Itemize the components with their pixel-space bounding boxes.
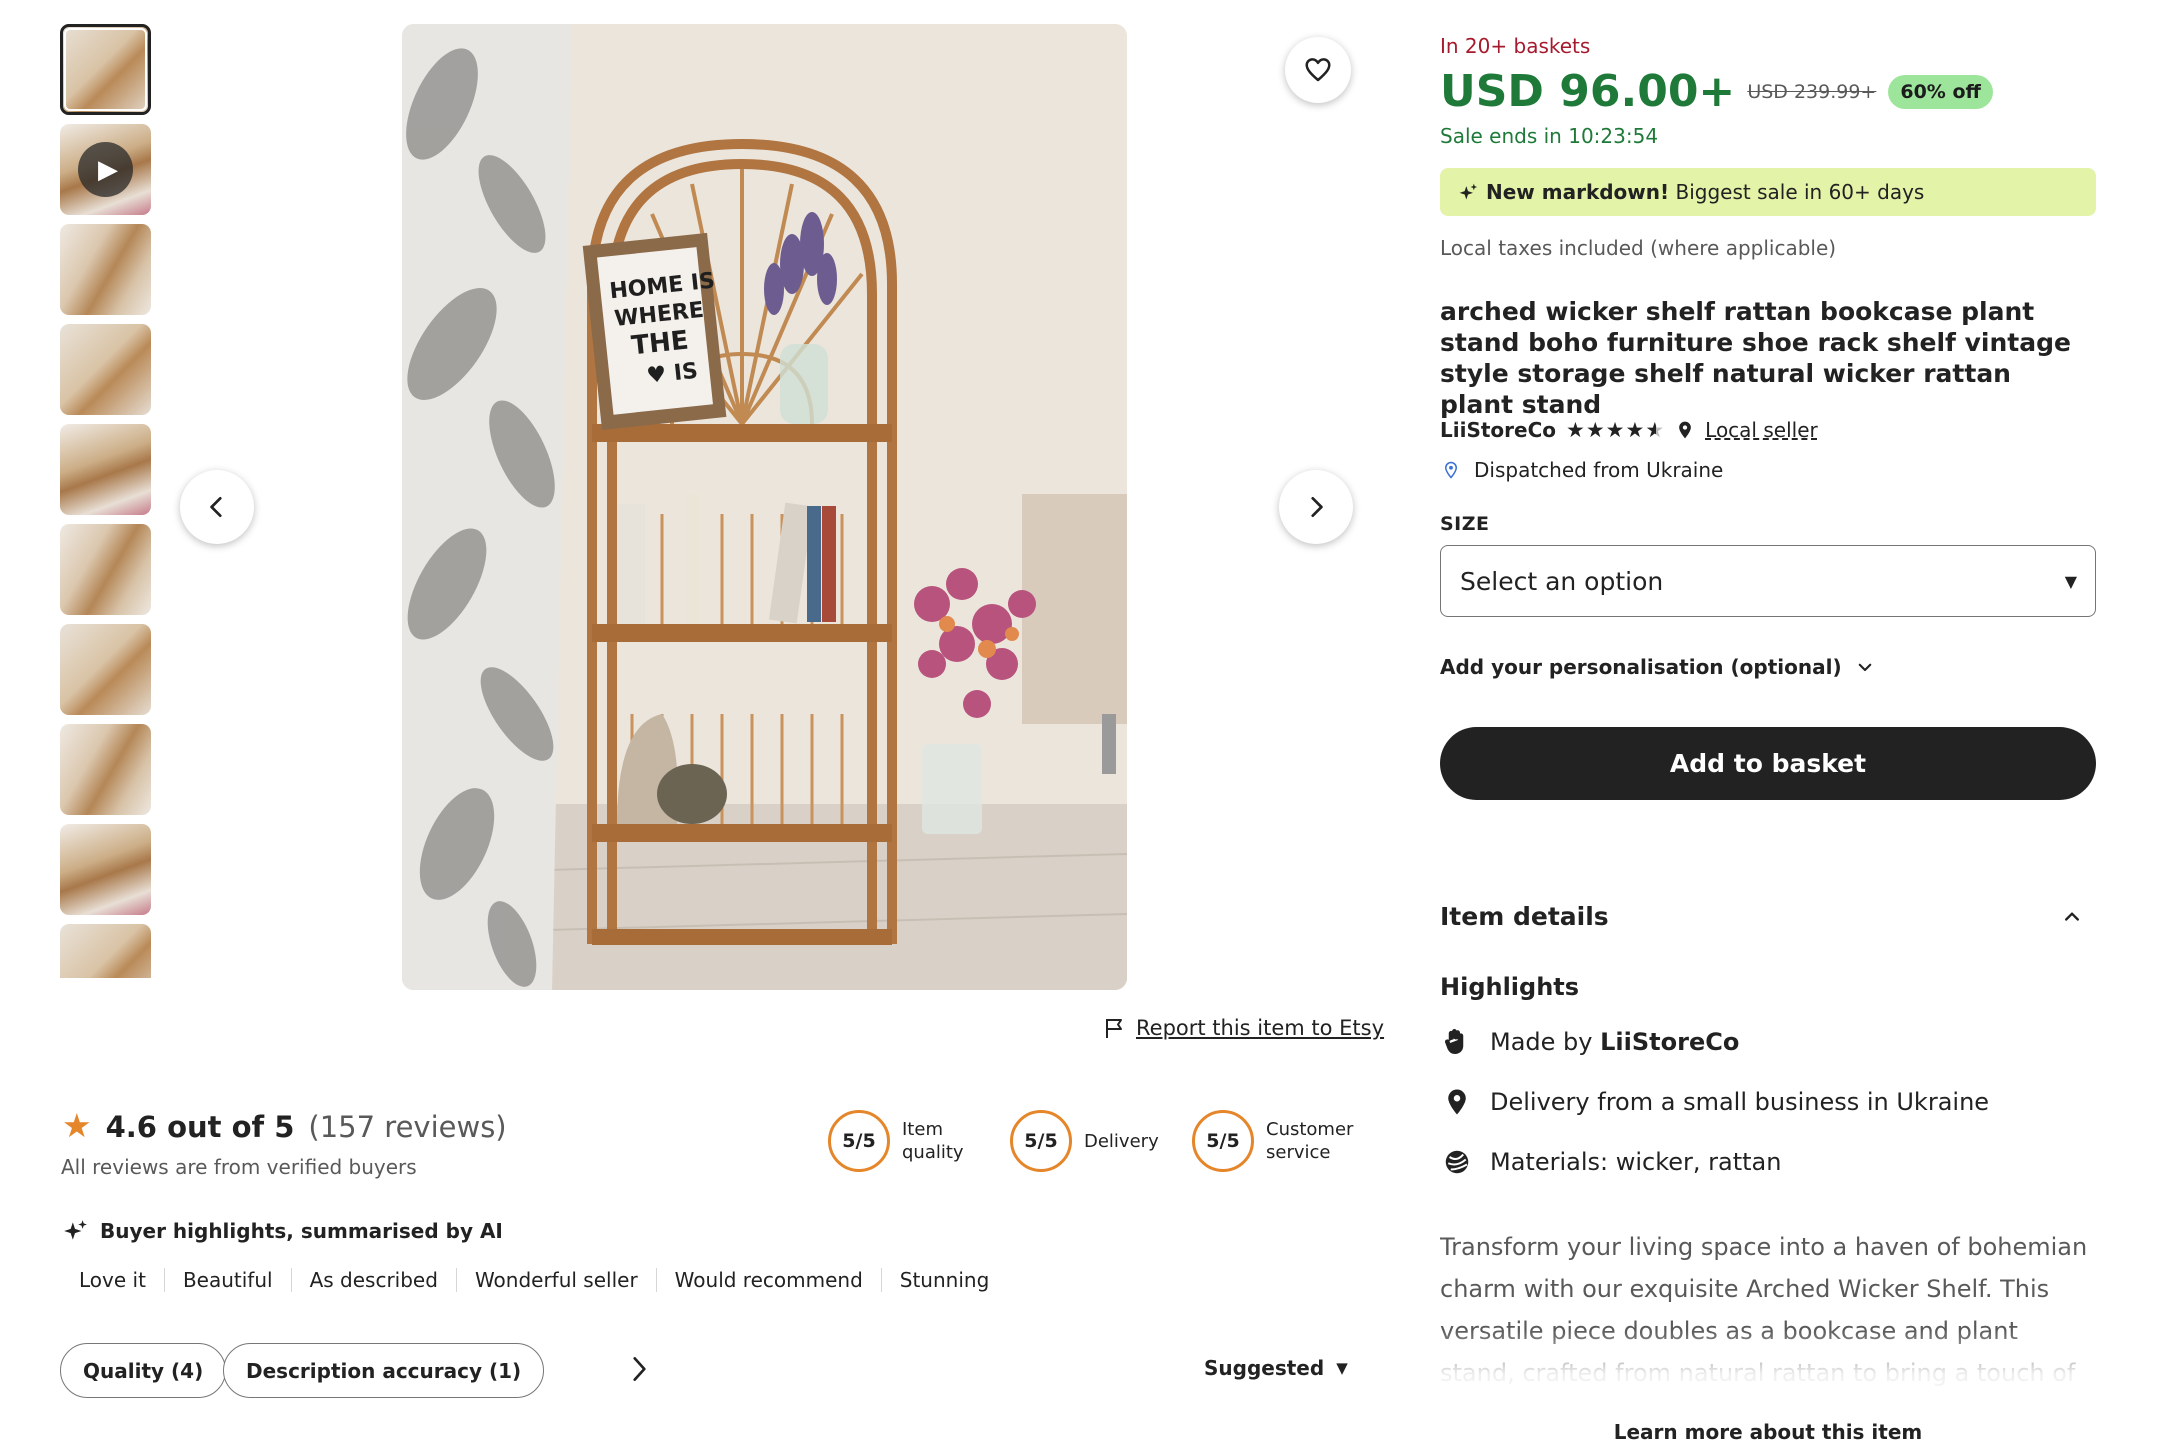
next-image-button[interactable] (1279, 470, 1353, 544)
metric-customer-service: 5/5 Customer service (1192, 1110, 1353, 1172)
metric-label: Delivery (1084, 1130, 1159, 1152)
verified-buyers-note: All reviews are from verified buyers (61, 1155, 417, 1179)
metric-score-ring: 5/5 (1010, 1110, 1072, 1172)
svg-text:THE: THE (630, 326, 690, 362)
thumbnail-10[interactable] (60, 924, 151, 978)
thumbnail-6[interactable] (60, 524, 151, 615)
chevron-right-icon (1311, 496, 1323, 518)
highlight-tag[interactable]: As described (290, 1268, 456, 1292)
metric-score-ring: 5/5 (1192, 1110, 1254, 1172)
sparkle-icon (64, 1220, 87, 1240)
size-label: SIZE (1440, 513, 1490, 535)
sort-dropdown[interactable]: Suggested ▼ (1204, 1356, 1348, 1380)
listing-title: arched wicker shelf rattan bookcase plan… (1440, 297, 2071, 419)
thumbnail-video[interactable]: ▶ (60, 124, 151, 215)
rating-summary: ★ 4.6 out of 5 (157 reviews) (62, 1106, 507, 1145)
item-details-toggle[interactable]: Item details (1440, 902, 2096, 931)
highlights-title: Highlights (1440, 973, 1580, 1001)
metric-label: Item quality (902, 1119, 964, 1163)
highlight-tag[interactable]: Stunning (880, 1268, 1008, 1292)
tax-note: Local taxes included (where applicable) (1440, 236, 1837, 260)
previous-image-button[interactable] (180, 470, 254, 544)
metric-delivery: 5/5 Delivery (1010, 1110, 1159, 1172)
add-to-basket-button[interactable]: Add to basket (1440, 727, 2096, 800)
markdown-banner: New markdown! Biggest sale in 60+ days (1440, 168, 2096, 216)
discount-badge: 60% off (1888, 74, 1993, 109)
thumbnail-strip: ▶ (60, 24, 151, 978)
thumbnail-4[interactable] (60, 324, 151, 415)
seller-rating-stars: ★★★★★ (1566, 418, 1666, 442)
thumbnail-5[interactable] (60, 424, 151, 515)
location-pin-icon (1448, 1089, 1466, 1115)
filters-next-button[interactable] (626, 1352, 652, 1390)
svg-text:♥ IS: ♥ IS (645, 359, 699, 389)
metric-item-quality: 5/5 Item quality (828, 1110, 964, 1172)
basket-count: In 20+ baskets (1440, 34, 1591, 58)
hand-icon (1445, 1029, 1464, 1054)
item-details-title: Item details (1440, 902, 1609, 931)
highlight-tag[interactable]: Beautiful (163, 1268, 291, 1292)
sparkle-icon (1459, 183, 1478, 200)
location-pin-icon (1444, 461, 1458, 479)
filter-description-accuracy[interactable]: Description accuracy (1) (223, 1343, 545, 1398)
price-row: USD 96.00+ USD 239.99+ 60% off (1440, 66, 1993, 117)
yarn-ball-icon (1445, 1150, 1469, 1174)
size-select-value: Select an option (1460, 566, 1664, 596)
highlight-made-by: Made by LiiStoreCo (1442, 1027, 1739, 1057)
rating-score: 4.6 out of 5 (105, 1110, 295, 1144)
dispatch-origin: Dispatched from Ukraine (1442, 458, 1723, 482)
buyer-highlight-tags: Love it Beautiful As described Wonderful… (62, 1268, 1007, 1292)
seller-row: LiiStoreCo ★★★★★ Local seller (1440, 418, 1818, 442)
description-fade (1430, 1330, 2120, 1410)
report-item-link[interactable]: Report this item to Etsy (1102, 1016, 1384, 1040)
report-item-label: Report this item to Etsy (1136, 1016, 1385, 1040)
personalisation-toggle[interactable]: Add your personalisation (optional) (1440, 655, 1874, 679)
caret-down-icon: ▼ (1336, 1359, 1348, 1377)
highlight-tag[interactable]: Would recommend (655, 1268, 881, 1292)
current-price: USD 96.00+ (1440, 66, 1736, 117)
chevron-up-icon (2065, 912, 2079, 921)
play-icon: ▶ (78, 142, 133, 197)
metric-score-ring: 5/5 (828, 1110, 890, 1172)
heart-icon (1305, 58, 1331, 82)
caret-down-icon: ▼ (2064, 571, 2077, 591)
local-seller-link[interactable]: Local seller (1705, 418, 1818, 442)
thumbnail-9[interactable] (60, 824, 151, 915)
chevron-right-icon (633, 1357, 646, 1381)
sort-label: Suggested (1204, 1356, 1325, 1380)
thumbnail-7[interactable] (60, 624, 151, 715)
thumbnail-1[interactable] (60, 24, 151, 115)
size-select[interactable]: Select an option ▼ (1440, 545, 2096, 617)
highlight-tag[interactable]: Wonderful seller (455, 1268, 656, 1292)
highlight-tag[interactable]: Love it (62, 1268, 164, 1292)
seller-name[interactable]: LiiStoreCo (1440, 418, 1556, 442)
review-count: (157 reviews) (308, 1110, 507, 1144)
chevron-left-icon (210, 496, 222, 518)
chevron-down-icon (1858, 663, 1871, 672)
learn-more-link[interactable]: Learn more about this item (1440, 1420, 2096, 1442)
star-icon: ★ (62, 1106, 92, 1145)
metric-label: Customer service (1266, 1119, 1354, 1163)
flag-icon (1106, 1019, 1122, 1038)
filter-quality[interactable]: Quality (4) (60, 1343, 227, 1398)
ai-highlights-title: Buyer highlights, summarised by AI (62, 1218, 503, 1244)
sale-countdown: Sale ends in 10:23:54 (1440, 124, 1659, 148)
thumbnail-8[interactable] (60, 724, 151, 815)
location-pin-icon (1679, 421, 1691, 439)
original-price: USD 239.99+ (1747, 80, 1877, 103)
favorite-button[interactable] (1285, 37, 1351, 103)
thumbnail-3[interactable] (60, 224, 151, 315)
main-product-image[interactable]: HOME IS WHERE THE ♥ IS (402, 24, 1127, 990)
highlight-materials: Materials: wicker, rattan (1442, 1147, 1781, 1177)
highlight-delivery: Delivery from a small business in Ukrain… (1442, 1087, 1989, 1117)
